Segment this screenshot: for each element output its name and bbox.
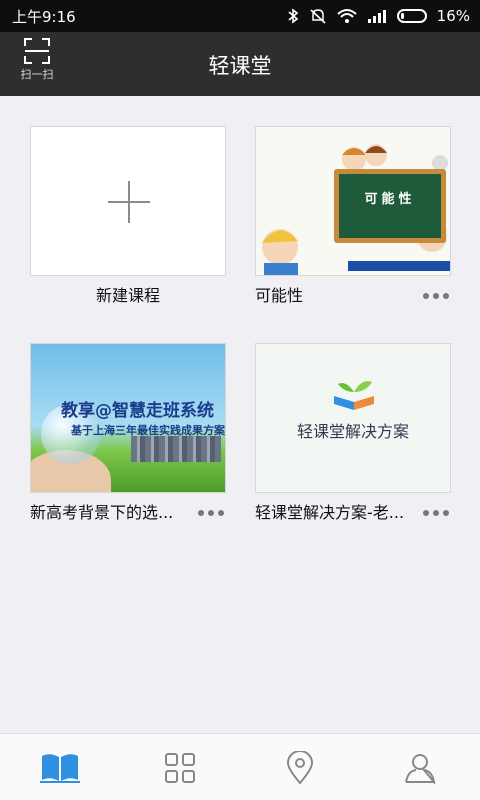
thumb-title: 可能性 — [364, 192, 416, 207]
blackboard: 可能性 — [334, 169, 446, 243]
thumb-title: 教享@智慧走班系统 — [61, 401, 214, 421]
course-title: 轻课堂解决方案-老... — [255, 503, 405, 522]
course-card[interactable]: 可能性 可能性 — [255, 126, 451, 316]
plus-icon — [108, 181, 150, 223]
sprout-book-icon — [334, 381, 374, 410]
signal-icon — [367, 10, 386, 23]
course-title: 新高考背景下的选... — [30, 503, 174, 522]
status-time: 上午9:16 — [12, 7, 76, 26]
course-thumbnail[interactable]: 可能性 — [255, 126, 451, 276]
bluetooth-icon — [288, 8, 298, 24]
book-icon — [40, 754, 80, 783]
course-title: 可能性 — [255, 286, 304, 305]
more-options-icon[interactable] — [198, 510, 226, 516]
battery-percent: 16% — [436, 7, 470, 25]
course-card[interactable]: 教享@智慧走班系统 基于上海三年最佳实践成果方案 新高考背景下的选... — [30, 343, 226, 533]
thumb-title: 轻课堂解决方案 — [296, 422, 409, 441]
course-card[interactable]: 轻课堂解决方案 轻课堂解决方案-老... — [255, 343, 451, 533]
page-title: 轻课堂 — [208, 54, 272, 78]
status-bar: 上午9:16 16% — [0, 0, 480, 32]
course-thumbnail[interactable]: 轻课堂解决方案 — [255, 343, 451, 493]
bottom-tab-bar — [0, 733, 480, 800]
tab-profile[interactable] — [400, 750, 440, 786]
more-options-icon[interactable] — [423, 510, 451, 516]
more-options-icon[interactable] — [423, 293, 451, 299]
tab-apps[interactable] — [160, 750, 200, 786]
thumb-strip — [348, 261, 450, 271]
location-icon — [286, 751, 314, 785]
new-course-card[interactable]: 新建课程 — [30, 126, 226, 316]
new-course-thumbnail[interactable] — [30, 126, 226, 276]
status-icons: 16% — [287, 7, 470, 25]
city-skyline — [131, 436, 221, 462]
grid-icon — [165, 753, 195, 783]
tab-location[interactable] — [280, 750, 320, 786]
wifi-icon — [336, 9, 357, 23]
tab-courses[interactable] — [40, 750, 80, 786]
mute-icon — [310, 9, 326, 24]
course-title: 新建课程 — [95, 286, 160, 305]
user-icon — [405, 754, 436, 784]
battery-icon — [396, 9, 427, 23]
thumb-subtitle: 基于上海三年最佳实践成果方案 — [71, 424, 225, 437]
course-thumbnail[interactable]: 教享@智慧走班系统 基于上海三年最佳实践成果方案 — [30, 343, 226, 493]
app-header: 扫一扫 轻课堂 — [0, 32, 480, 96]
